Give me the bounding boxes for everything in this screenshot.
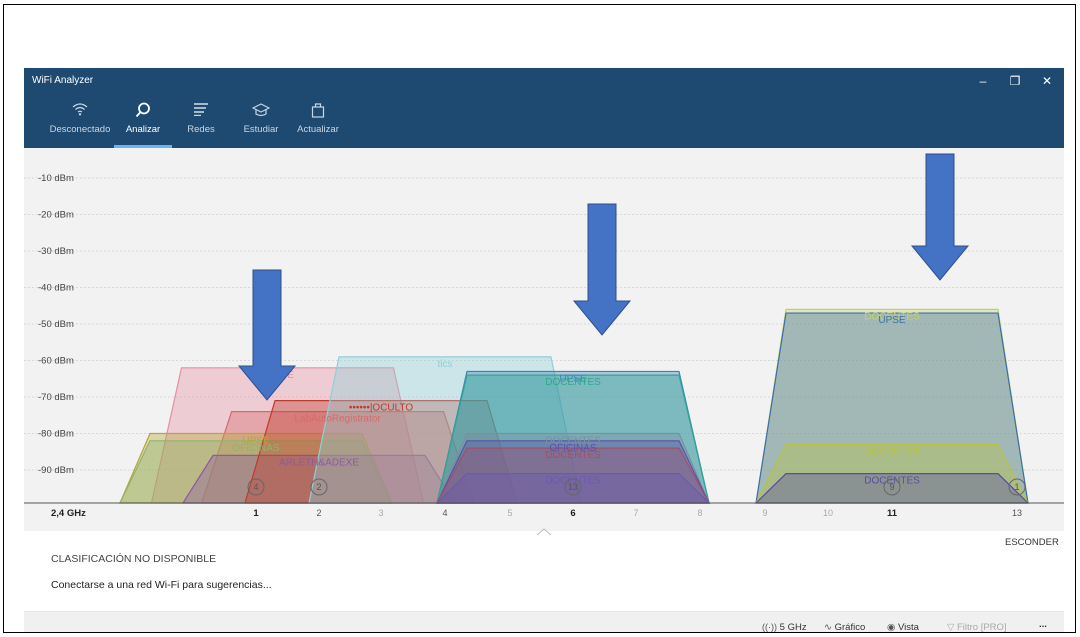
- x-tick-label: 6: [570, 508, 575, 519]
- x-tick-label: 5: [507, 508, 512, 518]
- network-label: DOCENTES: [545, 377, 601, 388]
- y-tick-label: -20 dBm: [38, 210, 74, 221]
- x-tick-label: 4: [442, 508, 447, 518]
- minimize-button[interactable]: –: [972, 71, 994, 91]
- toolbar-item-actualizar[interactable]: Actualizar: [290, 94, 346, 146]
- status-bar: ((·)) 5 GHz ∿ Gráfico ◉ Vista ▽ Filtro […: [24, 611, 1064, 633]
- y-tick-label: -30 dBm: [38, 246, 74, 257]
- y-tick-label: -10 dBm: [38, 173, 74, 184]
- y-tick-label: -50 dBm: [38, 319, 74, 330]
- y-tick-label: -40 dBm: [38, 283, 74, 294]
- network-label: ••••••|OCULTO: [349, 403, 414, 414]
- maximize-button[interactable]: ❐: [1004, 71, 1026, 91]
- close-button[interactable]: ✕: [1036, 71, 1058, 91]
- suggestion-text: Conectarse a una red Wi-Fi para sugerenc…: [51, 579, 272, 591]
- classification-label: CLASIFICACIÓN NO DISPONIBLE: [51, 553, 217, 565]
- filter-label: Filtro [PRO]: [956, 622, 1007, 633]
- channel-count-label: 2: [316, 482, 321, 492]
- channel-graph: -10 dBm -20 dBm -30 dBm -40 dBm -50 dBm -60 d…: [24, 153, 1064, 519]
- toolbar-item-estudiar[interactable]: Estudiar: [236, 94, 286, 146]
- y-tick-label: -80 dBm: [38, 429, 74, 440]
- x-tick-label: 9: [762, 508, 767, 518]
- band-toggle[interactable]: ((·)) 5 GHz: [762, 622, 807, 633]
- y-tick-label: -70 dBm: [38, 392, 74, 403]
- channel-count-label: 1: [1014, 482, 1019, 492]
- wifi-analyzer-window: WiFi Analyzer – ❐ ✕ Desconectado Analiza…: [24, 68, 1064, 633]
- wave-icon: ∿: [824, 622, 832, 633]
- filter-button[interactable]: ▽ Filtro [PRO]: [947, 622, 1007, 633]
- network-label: OFICINAS: [232, 443, 280, 454]
- bag-icon: [290, 94, 346, 124]
- x-tick-label: 8: [697, 508, 702, 518]
- x-tick-label: 2: [316, 508, 321, 518]
- x-tick-label: 1: [253, 508, 259, 519]
- annotation-arrow: [572, 203, 632, 336]
- x-tick-label: 7: [633, 508, 638, 518]
- x-tick-label: 11: [887, 508, 898, 519]
- network-label: DOCENTES: [545, 450, 601, 461]
- more-options-button[interactable]: ...: [1039, 619, 1047, 630]
- toolbar-label: Actualizar: [297, 124, 339, 135]
- antenna-icon: ((·)): [762, 622, 777, 632]
- eye-icon: ◉: [887, 622, 896, 633]
- screenshot-frame: WiFi Analyzer – ❐ ✕ Desconectado Analiza…: [3, 4, 1076, 633]
- network-label: tics: [438, 359, 453, 370]
- view-label: Vista: [897, 622, 919, 633]
- band-label: 5 GHz: [779, 622, 807, 633]
- window-title: WiFi Analyzer: [32, 75, 94, 86]
- toolbar-item-redes[interactable]: Redes: [178, 94, 224, 146]
- title-bar: WiFi Analyzer – ❐ ✕: [24, 68, 1064, 94]
- graph-button[interactable]: ∿ Gráfico: [824, 622, 866, 633]
- y-tick-label: -90 dBm: [38, 465, 74, 476]
- toolbar-item-desconectado[interactable]: Desconectado: [48, 94, 112, 146]
- toolbar-label: Redes: [187, 124, 215, 135]
- x-tick-label: 10: [823, 508, 833, 518]
- network-label: ARLETH&ADEXE: [279, 457, 359, 468]
- graph-label: Gráfico: [834, 622, 866, 633]
- funnel-icon: ▽: [947, 622, 955, 633]
- y-tick-label: -60 dBm: [38, 356, 74, 367]
- toolbar-label: Desconectado: [49, 124, 111, 135]
- hide-button[interactable]: ESCONDER: [1005, 537, 1059, 548]
- signal-chart: -10 dBm -20 dBm -30 dBm -40 dBm -50 dBm -60 d…: [24, 148, 1064, 531]
- channel-count-label: 13: [568, 482, 578, 492]
- toolbar-label: Analizar: [125, 124, 161, 135]
- search-icon: [114, 94, 172, 124]
- toolbar: Desconectado Analizar Redes Estudiar Act…: [24, 94, 1064, 148]
- toolbar-item-analizar[interactable]: Analizar: [114, 94, 172, 148]
- network-label: DOCENTES: [864, 446, 920, 457]
- list-icon: [178, 94, 224, 124]
- toolbar-label: Estudiar: [243, 124, 279, 135]
- graduation-icon: [236, 94, 286, 124]
- network-label: LabAutoRegistrator: [295, 414, 382, 425]
- wifi-icon: [48, 94, 112, 124]
- channel-count-label: 4: [253, 482, 258, 492]
- annotation-arrow: [910, 153, 970, 281]
- x-tick-label: 13: [1012, 508, 1022, 518]
- band-axis-label: 2,4 GHz: [51, 508, 86, 519]
- expand-chevron-icon[interactable]: [529, 525, 559, 539]
- view-button[interactable]: ◉ Vista: [887, 622, 919, 633]
- info-panel: ESCONDER CLASIFICACIÓN NO DISPONIBLE Con…: [24, 528, 1064, 611]
- channel-count-label: 9: [889, 482, 894, 492]
- network-label: UPSE: [878, 315, 906, 326]
- x-tick-label: 3: [378, 508, 383, 518]
